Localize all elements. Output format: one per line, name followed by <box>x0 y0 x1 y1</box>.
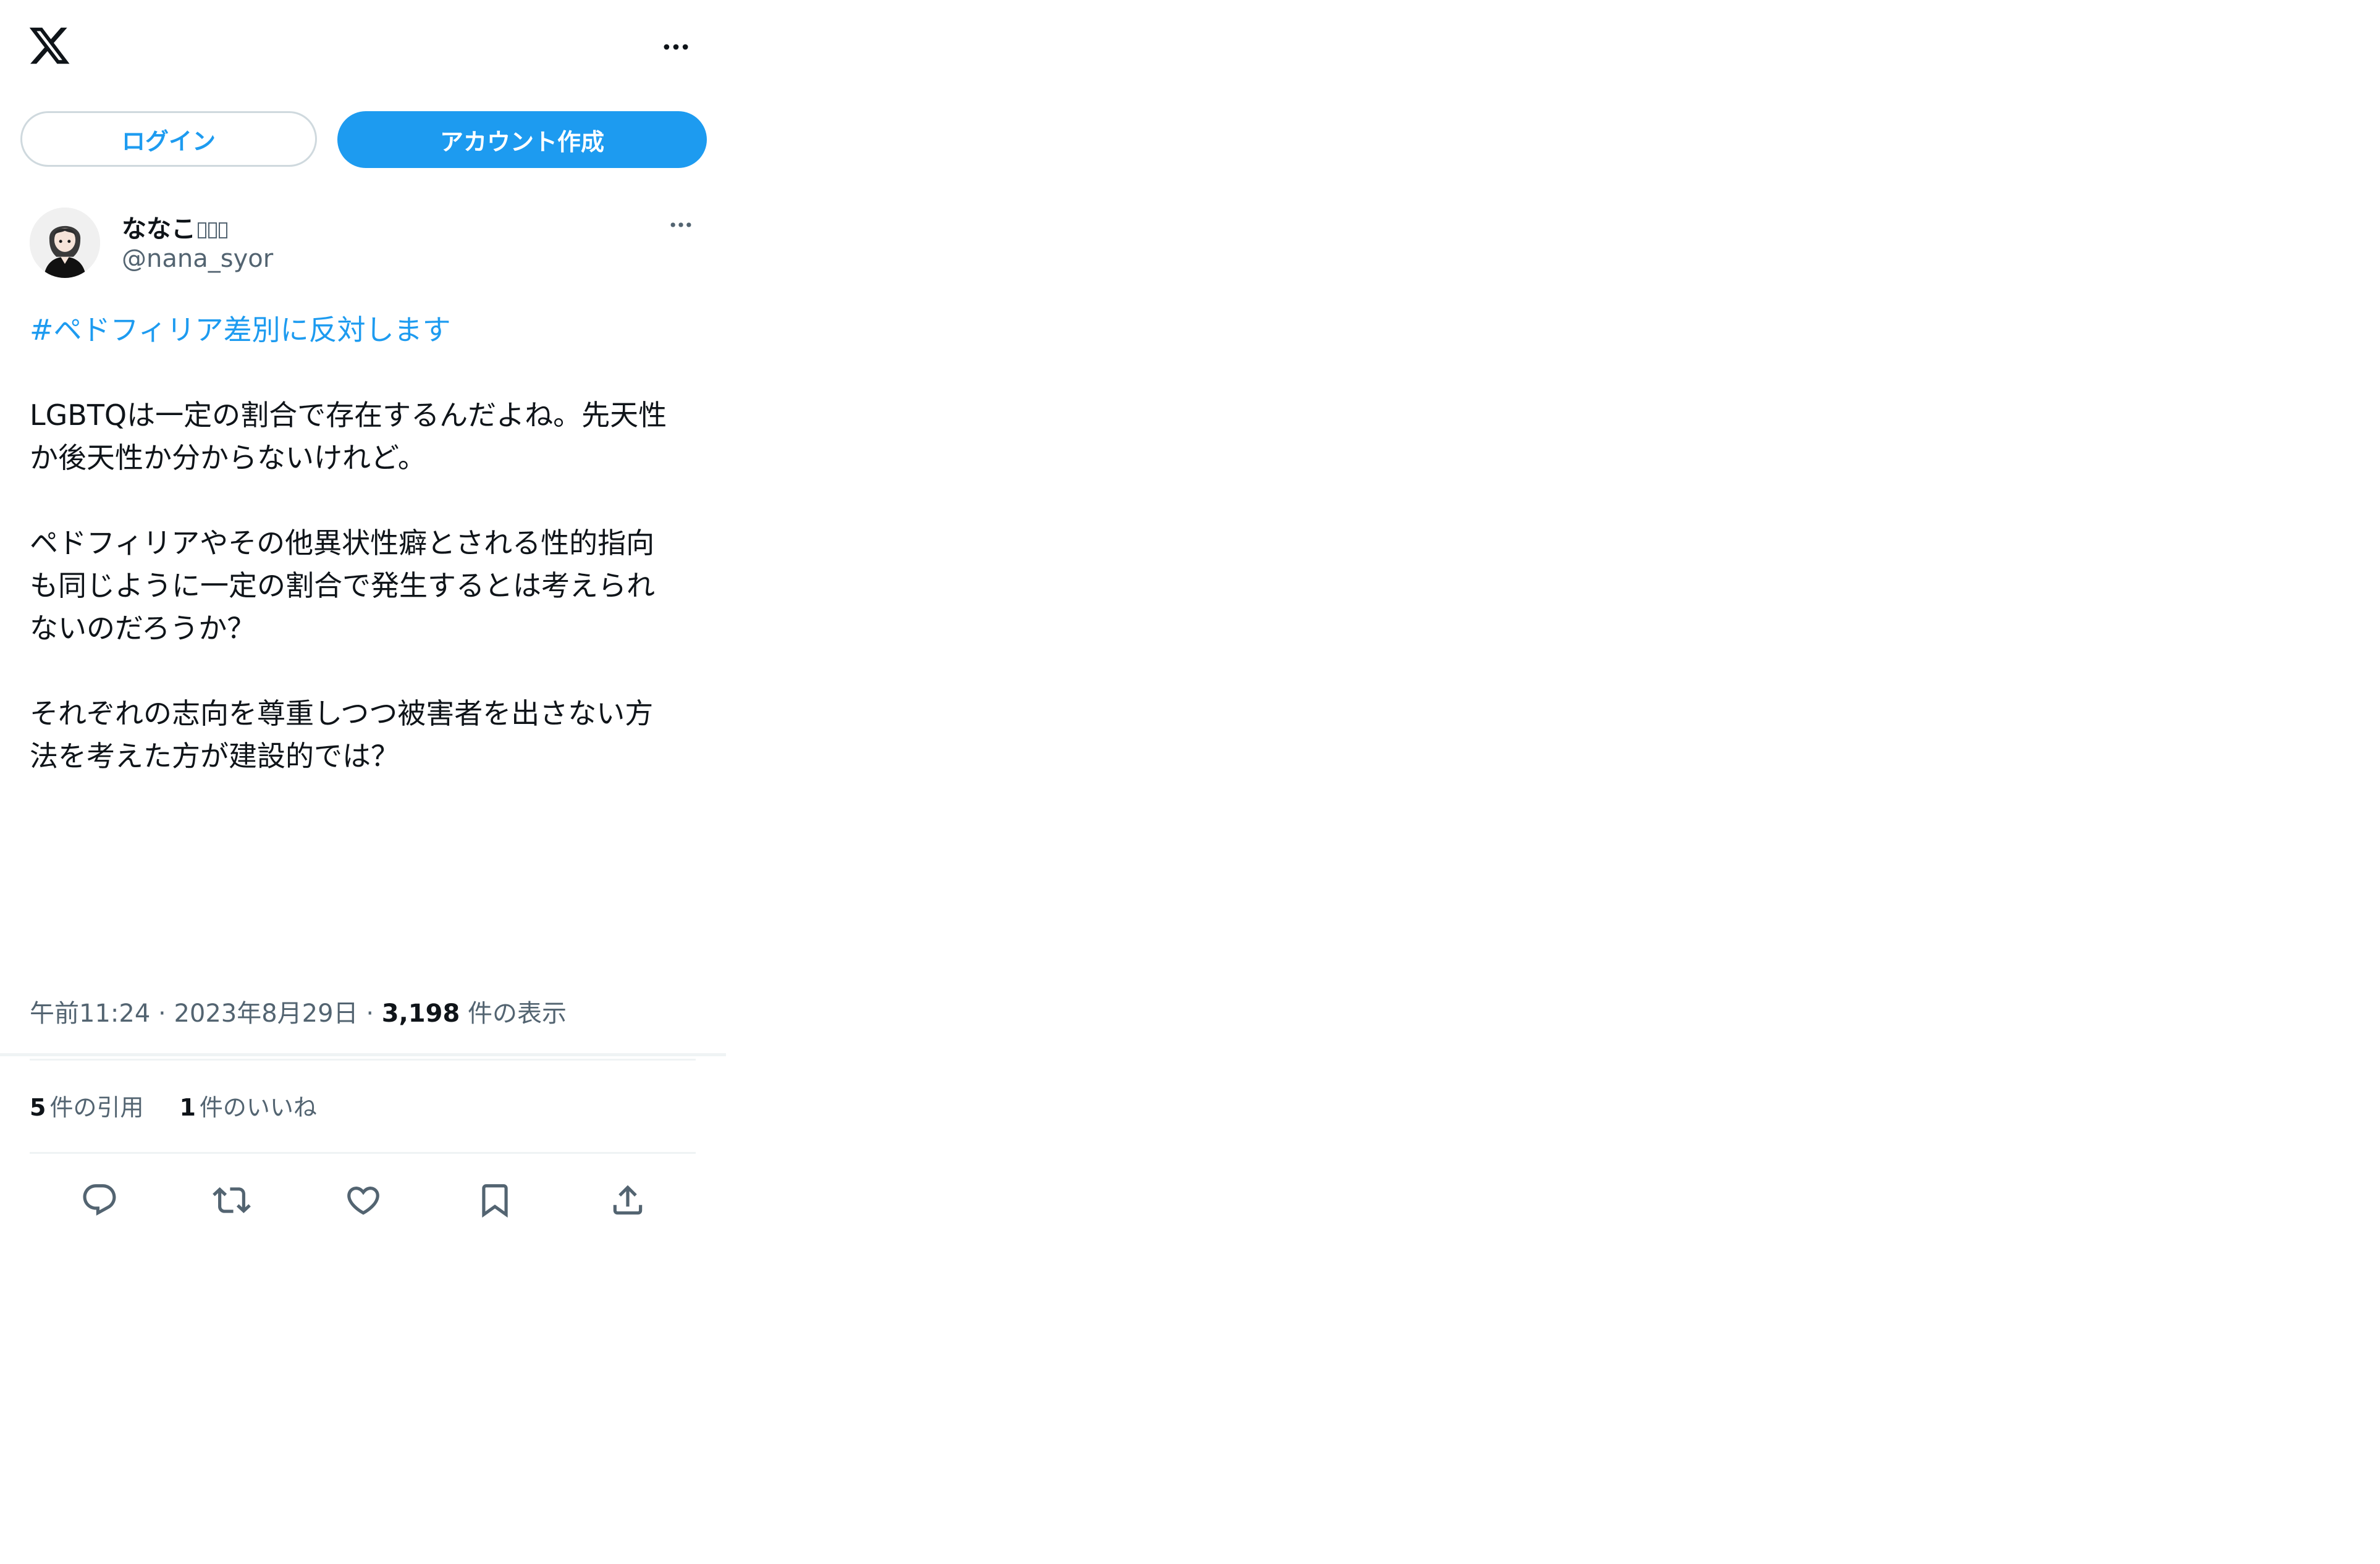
tweet-stats: 5 件の引用 1 件のいいね <box>30 1088 353 1122</box>
divider <box>30 1152 696 1154</box>
tweet-time-link[interactable]: 午前11:24 · 2023年8月29日 <box>30 999 358 1028</box>
emoji-placeholder-icon <box>208 222 217 238</box>
x-logo-icon[interactable] <box>27 23 72 68</box>
tweet-text: #ペドフィリア差別に反対します LGBTQは一定の割合で存在するんだよね。先天性… <box>30 309 703 778</box>
more-options-icon[interactable] <box>654 25 698 69</box>
quotes-stat[interactable]: 5 件の引用 <box>30 1088 143 1122</box>
emoji-placeholder-icon <box>219 222 227 238</box>
views-count: 3,198 <box>381 999 460 1028</box>
tweet-more-icon[interactable] <box>661 209 701 241</box>
tweet: ななこ @nana_syor #ペドフィリア差別に反対します LGBTQは一定の… <box>0 185 726 1218</box>
login-button[interactable]: ログイン <box>20 111 317 167</box>
reply-button[interactable] <box>72 1172 127 1228</box>
meta-separator: · <box>366 999 374 1028</box>
emoji-placeholder-icon <box>198 222 206 238</box>
create-account-button[interactable]: アカウント作成 <box>337 111 707 168</box>
tweet-meta: 午前11:24 · 2023年8月29日 · 3,198 件の表示 <box>30 993 567 1029</box>
divider <box>30 1059 696 1061</box>
author-display-name[interactable]: ななこ <box>122 209 227 245</box>
tweet-paragraph-3: それぞれの志向を尊重しつつ被害者を出さない方 法を考えた方が建設的では？ <box>30 697 654 773</box>
top-bar <box>0 0 726 93</box>
auth-buttons: ログイン アカウント作成 <box>0 111 726 168</box>
login-button-label: ログイン <box>121 127 216 155</box>
reply-icon <box>83 1184 116 1216</box>
tweet-paragraph-2: ペドフィリアやその他異状性癖とされる性的指向 も同じように一定の割合で発生すると… <box>30 526 655 645</box>
retweet-icon <box>213 1187 251 1213</box>
page-column: ログイン アカウント作成 ななこ @nana_syor #ペドフィリア差別に反対… <box>0 0 727 1218</box>
meta-separator: · <box>158 999 166 1028</box>
tweet-time: 午前11:24 <box>30 999 151 1028</box>
views-label: 件の表示 <box>468 999 567 1028</box>
bookmark-icon <box>482 1184 508 1218</box>
create-account-button-label: アカウント作成 <box>439 128 604 156</box>
retweet-button[interactable] <box>204 1172 260 1228</box>
likes-count: 1 <box>179 1094 196 1121</box>
author-display-name-text: ななこ <box>122 215 196 243</box>
share-button[interactable] <box>600 1172 656 1228</box>
like-button[interactable] <box>335 1172 391 1228</box>
bookmark-button[interactable] <box>467 1172 523 1228</box>
likes-label: 件のいいね <box>199 1094 317 1121</box>
tweet-date: 2023年8月29日 <box>174 999 358 1028</box>
likes-stat[interactable]: 1 件のいいね <box>179 1088 316 1122</box>
quotes-label: 件の引用 <box>49 1094 144 1121</box>
avatar[interactable] <box>30 208 100 278</box>
tweet-paragraph-1: LGBTQは一定の割合で存在するんだよね。先天性 か後天性か分からないけれど。 <box>30 398 667 474</box>
quotes-count: 5 <box>30 1094 46 1121</box>
author-username[interactable]: @nana_syor <box>122 245 273 273</box>
heart-icon <box>347 1187 379 1215</box>
tweet-actions <box>30 1172 696 1228</box>
share-icon <box>613 1185 643 1215</box>
column-bottom-border <box>0 1053 726 1055</box>
hashtag-link[interactable]: #ペドフィリア差別に反対します <box>30 309 703 351</box>
